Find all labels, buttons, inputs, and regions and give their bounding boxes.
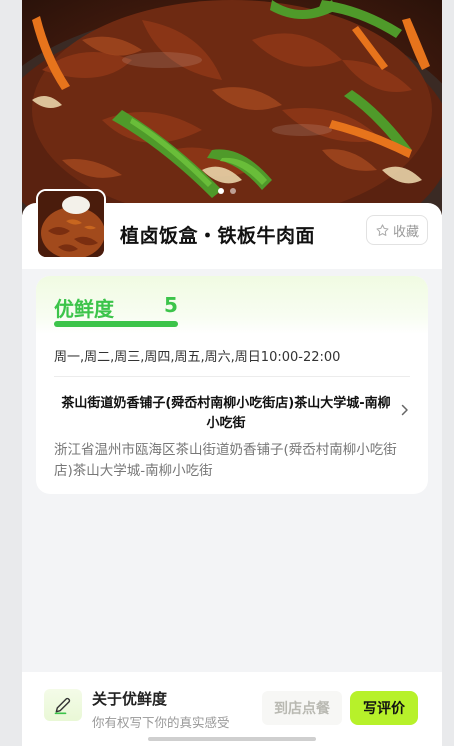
about-freshness-title[interactable]: 关于优鲜度 xyxy=(92,688,167,709)
shop-address: 浙江省温州市瓯海区茶山街道奶香铺子(舜岙村南柳小吃街店)茶山大学城-南柳小吃街 xyxy=(54,442,397,479)
shop-name-link[interactable]: 茶山街道奶香铺子(舜岙村南柳小吃街店)茶山大学城-南柳小吃街 xyxy=(56,394,396,434)
favorite-button[interactable]: 收藏 xyxy=(366,215,428,245)
pager-dot-active xyxy=(218,188,224,194)
freshness-panel: 优鲜度 5 xyxy=(36,276,428,334)
thumbnail-image xyxy=(38,191,104,257)
favorite-label: 收藏 xyxy=(392,224,419,240)
dine-in-order-button[interactable]: 到店点餐 xyxy=(262,691,342,725)
freshness-progress-fill xyxy=(54,321,178,327)
page-margin-right xyxy=(442,0,454,746)
star-outline-icon xyxy=(376,223,389,236)
page-margin-left xyxy=(0,0,22,746)
freshness-score: 5 xyxy=(164,293,178,317)
freshness-label: 优鲜度 xyxy=(54,297,114,321)
app-screen: 植卤饭盒・铁板牛肉面 收藏 优鲜度 5 周一,周二,周三,周四,周五,周六,周日… xyxy=(22,0,442,746)
dish-header: 植卤饭盒・铁板牛肉面 收藏 xyxy=(22,189,442,269)
pen-icon xyxy=(54,697,71,715)
home-indicator xyxy=(148,737,316,741)
pager-dot xyxy=(230,188,236,194)
pen-icon-box[interactable] xyxy=(44,689,82,721)
shop-info-card: 优鲜度 5 周一,周二,周三,周四,周五,周六,周日10:00-22:00 茶山… xyxy=(36,276,428,494)
freshness-progress-track xyxy=(54,321,178,327)
divider xyxy=(54,376,410,377)
write-review-button[interactable]: 写评价 xyxy=(350,691,418,725)
dish-thumbnail[interactable] xyxy=(36,189,106,259)
bottom-action-bar: 关于优鲜度 你有权写下你的真实感受 到店点餐 写评价 xyxy=(22,672,442,746)
about-freshness-subtitle: 你有权写下你的真实感受 xyxy=(92,715,230,730)
image-pager xyxy=(218,188,236,194)
dish-title: 植卤饭盒・铁板牛肉面 xyxy=(120,225,316,247)
business-hours: 周一,周二,周三,周四,周五,周六,周日10:00-22:00 xyxy=(54,350,341,365)
hero-food-image[interactable] xyxy=(22,0,442,215)
food-illustration xyxy=(22,0,442,215)
chevron-right-icon[interactable] xyxy=(398,403,412,417)
